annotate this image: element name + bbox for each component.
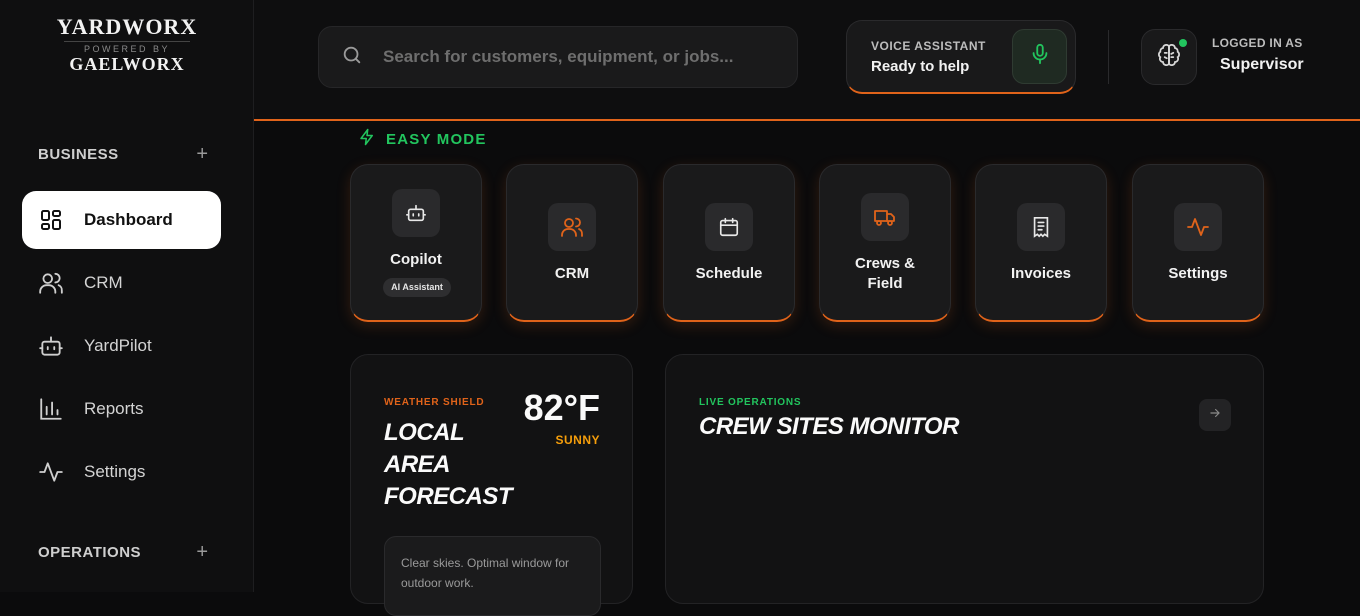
sidebar-item-settings[interactable]: Settings	[22, 443, 221, 501]
sidebar: YARDWORX POWERED BY GAELWORX BUSINESS + …	[0, 0, 254, 592]
tile-copilot[interactable]: Copilot AI Assistant	[350, 164, 482, 322]
section-add-operations-button[interactable]: +	[196, 542, 208, 562]
tile-label-line1: Crews &	[854, 255, 916, 272]
tile-badge: AI Assistant	[383, 278, 451, 297]
tile-label: Schedule	[695, 265, 763, 282]
weather-card: WEATHER SHIELD LOCAL AREA FORECAST 82°F …	[350, 354, 633, 616]
weather-title-line: FORECAST	[384, 483, 513, 510]
activity-icon	[1174, 203, 1222, 251]
sidebar-item-label: Settings	[84, 462, 146, 481]
arrow-right-icon	[1208, 406, 1222, 425]
tile-crm[interactable]: CRM	[506, 164, 638, 322]
brand-parent: GAELWORX	[69, 54, 185, 74]
microphone-button[interactable]	[1012, 29, 1067, 84]
user-role: Supervisor	[1220, 56, 1304, 73]
bot-icon	[392, 189, 440, 237]
voice-assistant-status: Ready to help	[871, 58, 970, 75]
brand-logo[interactable]: YARDWORX POWERED BY GAELWORX	[56, 14, 198, 74]
voice-assistant-panel[interactable]: VOICE ASSISTANT Ready to help	[846, 20, 1076, 94]
sidebar-item-label: Dashboard	[84, 210, 173, 229]
receipt-icon	[1017, 203, 1065, 251]
brain-icon	[1156, 42, 1182, 73]
users-icon	[548, 203, 596, 251]
sidebar-item-label: CRM	[84, 273, 123, 292]
tile-label: Invoices	[1010, 265, 1072, 282]
crew-sites-monitor-card: LIVE OPERATIONS CREW SITES MONITOR	[665, 354, 1264, 604]
calendar-icon	[705, 203, 753, 251]
tile-label-line2: Field	[867, 275, 903, 292]
ai-brain-button[interactable]	[1141, 29, 1197, 85]
crew-monitor-title: CREW SITES MONITOR	[699, 413, 959, 440]
open-monitor-button[interactable]	[1199, 399, 1231, 431]
logo-divider	[64, 41, 190, 42]
lightning-icon	[358, 128, 376, 151]
tile-label: CRM	[554, 265, 590, 282]
tile-settings[interactable]: Settings	[1132, 164, 1264, 322]
crew-monitor-tag: LIVE OPERATIONS	[699, 397, 802, 408]
online-status-dot	[1179, 39, 1187, 47]
sidebar-item-label: Reports	[84, 399, 144, 418]
dashboard-grid-icon	[38, 207, 64, 233]
weather-title-line: LOCAL	[384, 419, 465, 446]
weather-temperature: 82°F	[523, 387, 600, 428]
weather-note: Clear skies. Optimal window for outdoor …	[384, 536, 601, 616]
activity-icon	[38, 459, 64, 485]
truck-icon	[861, 193, 909, 241]
section-title-operations: OPERATIONS	[38, 543, 142, 561]
easy-mode-label: EASY MODE	[386, 131, 487, 148]
section-title-business: BUSINESS	[38, 145, 119, 163]
easy-mode-indicator: EASY MODE	[358, 128, 487, 151]
users-icon	[38, 270, 64, 296]
microphone-icon	[1029, 43, 1051, 70]
tile-label: Settings	[1168, 265, 1228, 282]
header-divider	[1108, 30, 1109, 84]
weather-condition: SUNNY	[555, 433, 600, 447]
sidebar-item-yardpilot[interactable]: YardPilot	[22, 317, 221, 375]
section-operations: OPERATIONS +	[38, 542, 208, 562]
logged-in-caption: LOGGED IN AS	[1212, 36, 1303, 50]
tile-label: Copilot	[390, 251, 442, 268]
sidebar-item-crm[interactable]: CRM	[22, 254, 221, 312]
brand-name: YARDWORX	[56, 14, 198, 39]
section-add-business-button[interactable]: +	[196, 144, 208, 164]
search-icon	[341, 44, 363, 71]
bot-icon	[38, 333, 64, 359]
tile-invoices[interactable]: Invoices	[975, 164, 1107, 322]
weather-title: LOCAL AREA FORECAST	[384, 417, 534, 513]
tile-crews-field[interactable]: Crews & Field	[819, 164, 951, 322]
bar-chart-icon	[38, 396, 64, 422]
sidebar-item-dashboard[interactable]: Dashboard	[22, 191, 221, 249]
weather-title-line: AREA	[384, 451, 451, 478]
search-input[interactable]	[383, 47, 783, 67]
weather-tag: WEATHER SHIELD	[384, 397, 485, 408]
voice-assistant-title: VOICE ASSISTANT	[871, 39, 986, 53]
search-bar[interactable]	[318, 26, 798, 88]
tile-schedule[interactable]: Schedule	[663, 164, 795, 322]
sidebar-item-reports[interactable]: Reports	[22, 380, 221, 438]
top-header: VOICE ASSISTANT Ready to help LOGGED IN …	[254, 0, 1360, 121]
section-business: BUSINESS +	[38, 144, 208, 164]
brand-powered-by: POWERED BY	[83, 44, 170, 54]
sidebar-item-label: YardPilot	[84, 336, 152, 355]
